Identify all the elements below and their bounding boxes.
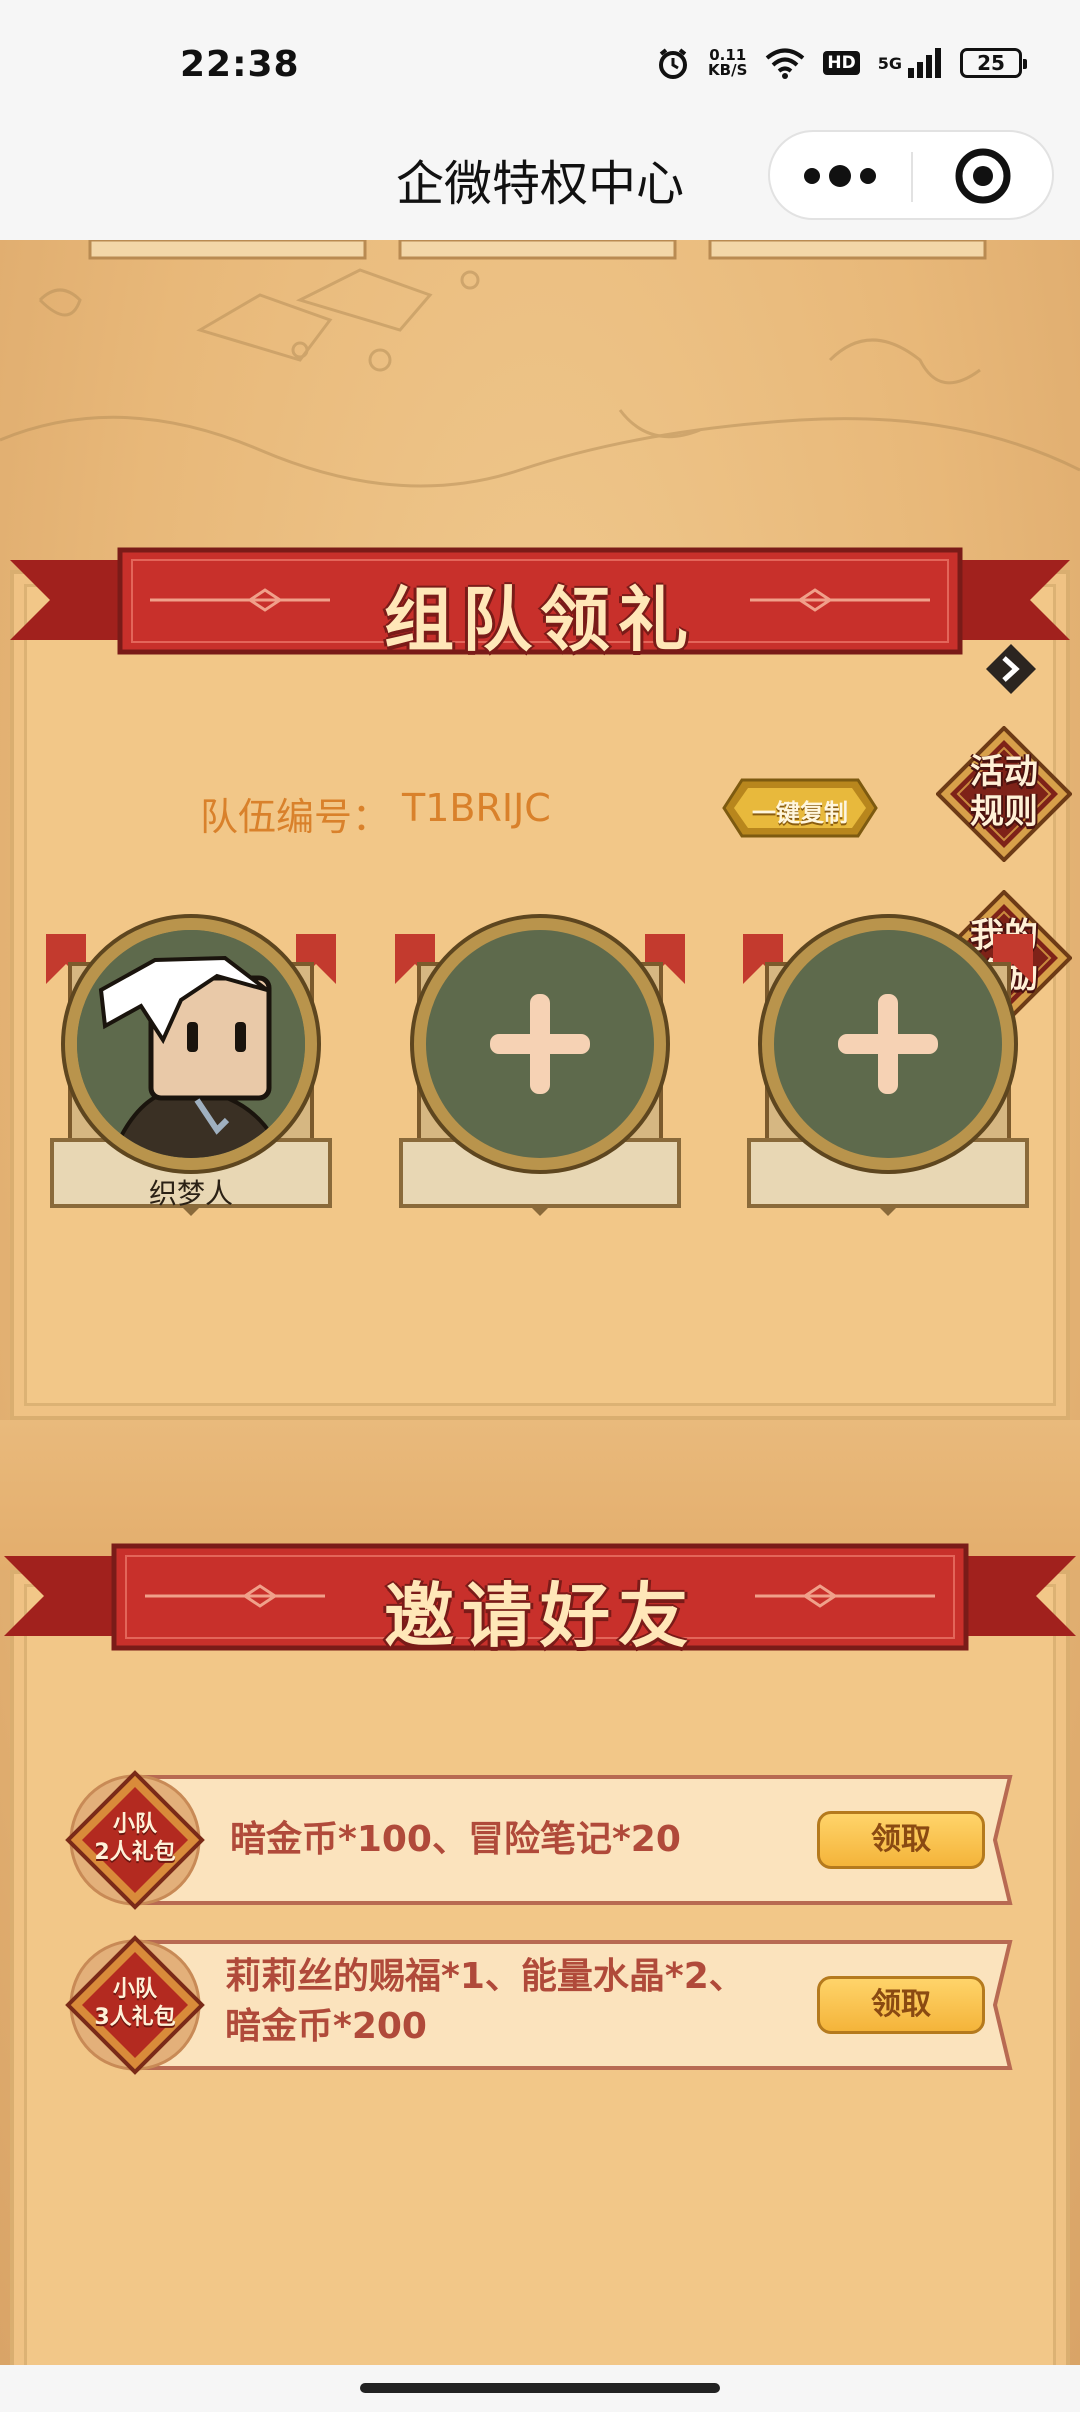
status-bar: 22:38 0.11 KB/S HD 5G 25: [0, 0, 1080, 130]
battery-icon: 25: [960, 48, 1027, 78]
team-number: T1BRIJC: [402, 786, 551, 830]
reward-text-line1: 暗金币*100、冒险笔记*20: [230, 1819, 681, 1860]
claim-button[interactable]: 领取: [817, 1811, 985, 1869]
add-member-icon: [838, 994, 938, 1094]
rules-label-line2: 规则: [970, 792, 1038, 832]
more-button[interactable]: [770, 132, 910, 220]
badge-line1: 小队: [112, 1977, 157, 2002]
claim-button[interactable]: 领取: [817, 1976, 985, 2034]
close-miniprogram-button[interactable]: [913, 132, 1053, 220]
member-slot-3[interactable]: [743, 904, 1033, 1244]
map-decoration: [0, 240, 1080, 488]
miniprogram-capsule: [768, 130, 1054, 220]
badge-label: 小队 2人礼包: [60, 1811, 210, 1867]
team-number-label: 队伍编号：: [200, 795, 391, 839]
badge-line2: 2人礼包: [94, 1840, 176, 1865]
network-type: 5G: [877, 53, 902, 73]
title-bar: 企微特权中心: [0, 130, 1080, 240]
member-slot-1[interactable]: 织梦人: [46, 904, 336, 1244]
home-indicator: [0, 2365, 1080, 2412]
badge-line2: 3人礼包: [94, 2005, 176, 2030]
member-name: 织梦人: [148, 1177, 233, 1210]
rules-label-line1: 活动: [970, 752, 1038, 792]
invite-section-title: 邀请好友: [384, 1575, 696, 1657]
reward-row-3-person: 小队 3人礼包 莉莉丝的赐福*1、能量水晶*2、 暗金币*200 领取: [60, 1930, 1020, 2080]
status-icons: 0.11 KB/S HD 5G 25: [656, 46, 1027, 80]
home-bar[interactable]: [360, 2383, 720, 2393]
reward-row-2-person: 小队 2人礼包 暗金币*100、冒险笔记*20 领取: [60, 1765, 1020, 1915]
more-icon: [804, 165, 876, 187]
hd-badge: HD: [823, 51, 860, 75]
signal-icon: [908, 48, 941, 78]
wifi-icon: [766, 48, 805, 79]
reward-text-line2: 暗金币*200: [225, 2006, 427, 2047]
add-member-icon: [490, 994, 590, 1094]
game-page: 组队领礼 队伍编号： T1BRIJC 一键复制 活动 规则 我的 奖励: [0, 240, 1080, 2365]
battery-level: 25: [977, 51, 1005, 75]
badge-label: 小队 3人礼包: [60, 1976, 210, 2032]
team-section-title: 组队领礼: [384, 579, 696, 661]
net-speed-unit: KB/S: [708, 61, 748, 79]
chevron-right-icon[interactable]: [984, 642, 1038, 696]
reward-description: 莉莉丝的赐福*1、能量水晶*2、 暗金币*200: [225, 1952, 745, 2052]
badge-line1: 小队: [112, 1812, 157, 1837]
status-time: 22:38: [180, 44, 300, 85]
close-miniprogram-icon: [955, 148, 1011, 204]
rules-button-label: 活动 规则: [936, 752, 1072, 832]
net-speed: 0.11 KB/S: [708, 48, 747, 78]
copy-button-label: 一键复制: [752, 799, 848, 827]
reward-text-line1: 莉莉丝的赐福*1、能量水晶*2、: [225, 1956, 745, 1997]
reward-description: 暗金币*100、冒险笔记*20: [230, 1815, 681, 1865]
avatar: [77, 930, 305, 1158]
member-slot-2[interactable]: [395, 904, 685, 1244]
alarm-icon: [659, 48, 688, 79]
